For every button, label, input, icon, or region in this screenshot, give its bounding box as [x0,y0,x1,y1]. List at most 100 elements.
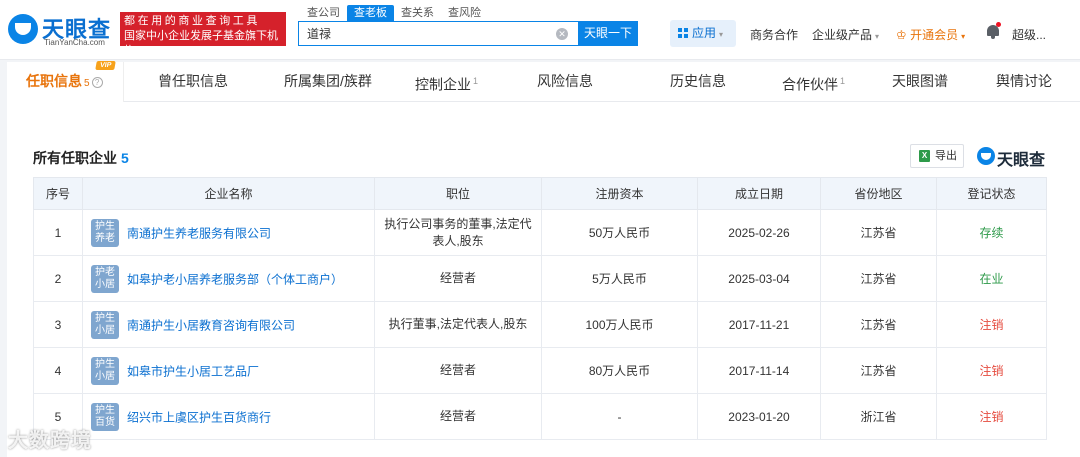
tab-label: 合作伙伴 [782,76,838,93]
promo-line-1: 都在用的商业查询工具 [124,15,260,27]
company-avatar[interactable]: 护生 小居 [91,310,119,339]
tab-label: 天眼图谱 [892,73,948,89]
cell-region: 浙江省 [820,393,937,440]
top-header: 天眼查 TianYanCha.com 都在用的商业查询工具 国家中小企业发展子基… [0,0,1080,60]
cell-company: 护生 百货 绍兴市上虞区护生百货商行 [82,393,375,440]
cell-capital: 5万人民币 [541,255,698,302]
position-line-1: 经营者 [439,271,476,285]
tab-label: 曾任职信息 [158,73,228,89]
tab-graph[interactable]: 天眼图谱 [892,62,948,102]
col-header-index: 序号 [33,177,83,210]
cell-capital: 100万人民币 [541,301,698,348]
company-name-link[interactable]: 南通护生养老服务有限公司 [127,226,271,240]
cell-status: 在业 [936,255,1047,302]
position-line-1: 经营者 [439,409,476,423]
tab-group[interactable]: 所属集团/族群 [284,62,372,102]
section-title: 所有任职企业 5 [33,148,129,168]
cell-capital: - [541,393,698,440]
search-tab-relation[interactable]: 查关系 [394,5,441,21]
col-header-company: 企业名称 [82,177,375,210]
tab-label: 历史信息 [670,73,726,89]
tab-label: 舆情讨论 [996,73,1052,89]
tab-label: 所属集团/族群 [284,73,372,89]
company-avatar[interactable]: 护生 小居 [91,356,119,385]
table-row: 4 护生 小居 如皋市护生小居工艺品厂 经营者 80万人民币 2017-11-14 江苏省 注销 [33,347,1047,394]
tab-label: 控制企业 [415,76,471,93]
section-title-text: 所有任职企业 [33,150,117,166]
cell-company: 护生 小居 如皋市护生小居工艺品厂 [82,347,375,394]
cell-date: 2025-02-26 [697,209,821,256]
brand-watermark: 天眼查 [977,145,1051,169]
watermark: 大数跨境 [8,430,92,452]
col-header-capital: 注册资本 [541,177,698,210]
user-menu[interactable]: 超级... [1012,26,1046,43]
nav-open-vip[interactable]: ♔ 开通会员 ▾ [896,26,965,43]
table-row: 3 护生 小居 南通护生小居教育咨询有限公司 执行董事,法定代表人,股东 100万人民币 2… [33,301,1047,348]
promo-banner[interactable]: 都在用的商业查询工具 国家中小企业发展子基金旗下机构 [120,12,286,57]
cell-index: 1 [33,209,83,256]
nav-business-cooperation[interactable]: 商务合作 [750,26,798,43]
company-name-link[interactable]: 如皋市护生小居工艺品厂 [127,364,259,378]
search-tab-boss[interactable]: 查老板 [347,5,394,21]
table-header-row: 序号 企业名称 职位 注册资本 成立日期 省份地区 登记状态 [33,177,1047,210]
tab-history[interactable]: 历史信息 [670,62,726,102]
avatar-text-line-2: 小居 [95,278,115,290]
tab-risk-info[interactable]: 风险信息 [537,62,593,102]
search-tab-risk[interactable]: 查风险 [441,5,488,21]
cell-index: 2 [33,255,83,302]
avatar-text-line-2: 养老 [95,232,115,244]
tab-controlled-companies[interactable]: 控制企业 1 [415,62,478,102]
search-button[interactable]: 天眼一下 [578,21,638,46]
cell-company: 护生 养老 南通护生养老服务有限公司 [82,209,375,256]
tab-current-positions[interactable]: 任职信息 5? VIP [26,61,117,102]
export-button[interactable]: X 导出 [910,144,964,168]
col-header-region: 省份地区 [820,177,937,210]
help-icon[interactable]: ? [91,77,103,88]
tab-label: 风险信息 [537,73,593,89]
notification-dot [996,22,1001,27]
grid-icon [678,28,688,38]
table-row: 2 护老 小居 如皋护老小居养老服务部（个体工商户） 经营者 5万人民币 2025-03-0… [33,255,1047,302]
tab-public-opinion[interactable]: 舆情讨论 [996,62,1052,102]
cell-capital: 50万人民币 [541,209,698,256]
cell-capital: 80万人民币 [541,347,698,394]
cell-date: 2017-11-14 [697,347,821,394]
logo[interactable]: 天眼查 TianYanCha.com [8,10,116,50]
cell-position: 经营者 [374,393,542,440]
company-avatar[interactable]: 护老 小居 [91,264,119,293]
tab-former-positions[interactable]: 曾任职信息 [158,62,228,102]
company-avatar[interactable]: 护生 百货 [91,402,119,431]
cell-position: 执行公司事务的董事,法定代 表人,股东 [374,209,542,256]
tab-count: 1 [473,76,479,86]
cell-index: 4 [33,347,83,394]
position-line-1: 执行公司事务的董事,法定代 [384,216,532,231]
col-header-date: 成立日期 [697,177,821,210]
tab-count: 1 [840,76,846,86]
cell-status: 注销 [936,347,1047,394]
col-header-status: 登记状态 [936,177,1047,210]
company-name-link[interactable]: 绍兴市上虞区护生百货商行 [127,410,271,424]
app-menu-button[interactable]: 应用 ▾ [670,20,736,47]
avatar-text-line-2: 百货 [95,416,115,428]
company-name-link[interactable]: 如皋护老小居养老服务部（个体工商户） [127,272,343,286]
avatar-text-line-2: 小居 [95,324,115,336]
cell-status: 注销 [936,393,1047,440]
company-name-link[interactable]: 南通护生小居教育咨询有限公司 [127,318,295,332]
cell-position: 执行董事,法定代表人,股东 [374,301,542,348]
cell-date: 2023-01-20 [697,393,821,440]
search-tab-company[interactable]: 查公司 [300,5,347,21]
nav-enterprise-products[interactable]: 企业级产品 ▾ [812,26,879,43]
cell-position: 经营者 [374,255,542,302]
position-line-1: 经营者 [439,363,476,377]
cell-position: 经营者 [374,347,542,394]
position-line-2: 表人,股东 [432,233,484,248]
search-input[interactable] [299,22,539,45]
detail-tab-bar: 任职信息 5? VIP 曾任职信息 所属集团/族群 控制企业 1 风险信息 历史信息… [7,61,1080,102]
table-row: 1 护生 养老 南通护生养老服务有限公司 执行公司事务的董事,法定代 表人,股东 50万人民… [33,209,1047,256]
brand-logo-icon [977,147,995,165]
cell-index: 3 [33,301,83,348]
clear-icon[interactable]: ✕ [556,28,568,40]
avatar-text-line-1: 护生 [95,312,115,324]
company-avatar[interactable]: 护生 养老 [91,218,119,247]
tab-partners[interactable]: 合作伙伴 1 [782,62,845,102]
